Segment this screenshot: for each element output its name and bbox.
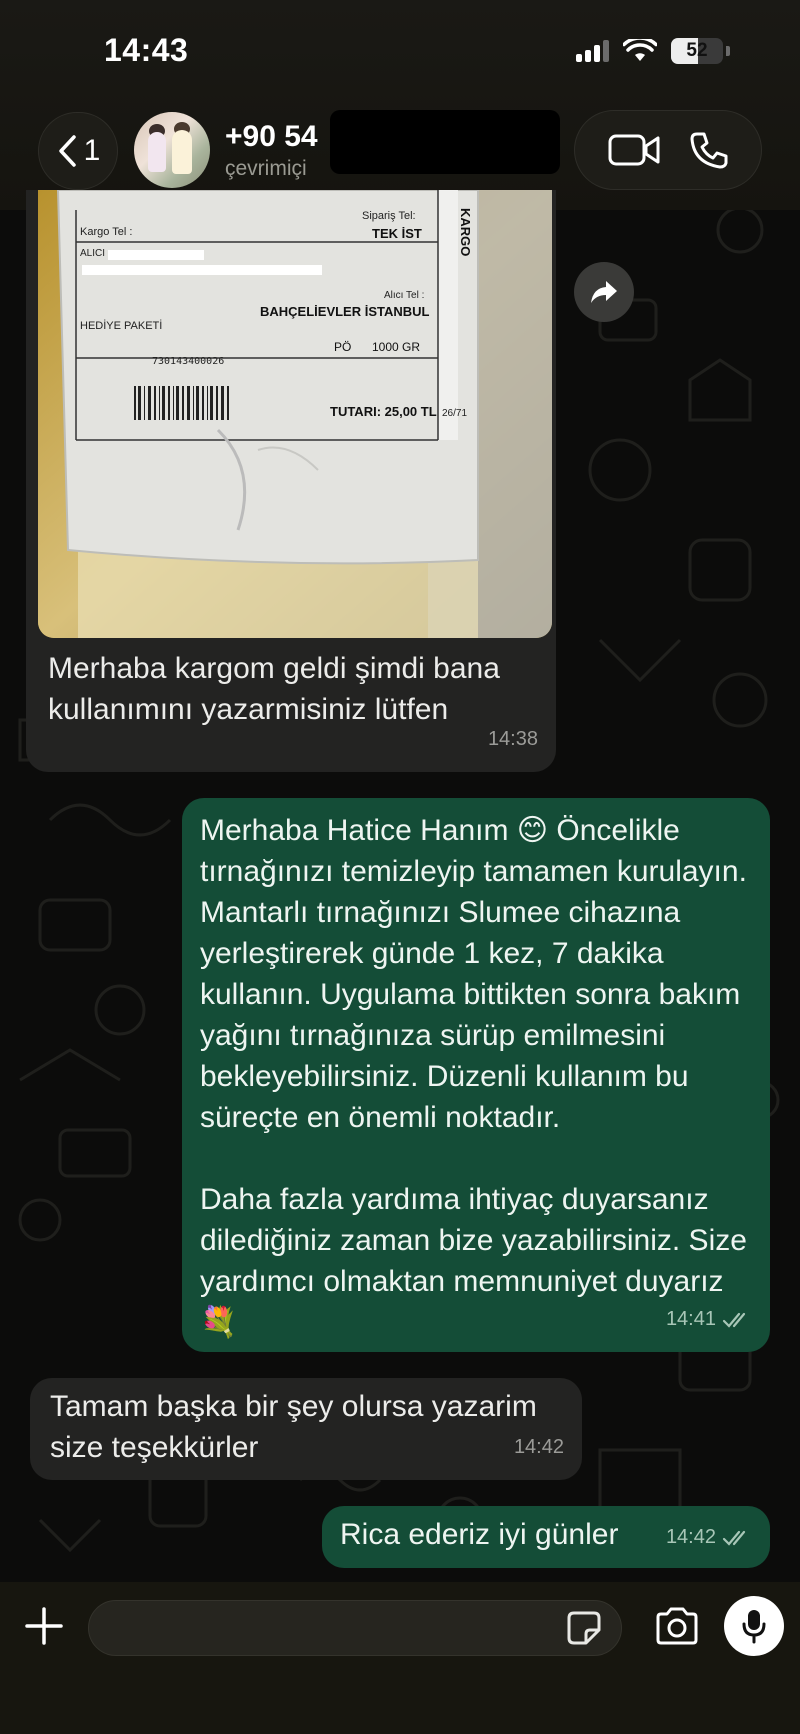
message-input-wrapper	[88, 1600, 622, 1656]
plus-icon[interactable]	[24, 1606, 64, 1646]
battery-tip	[726, 46, 730, 56]
label-sender-code: TEK İST	[372, 226, 422, 241]
label-cargo-phone: Kargo Tel :	[80, 226, 133, 238]
message-outgoing[interactable]: Merhaba Hatice Hanım 😊 Öncelikle tırnağı…	[182, 798, 770, 1352]
label-brand-side: KARGO	[458, 208, 473, 257]
message-incoming[interactable]: Tamam başka bir şey olursa yazarim size …	[30, 1378, 582, 1480]
message-meta: 14:42	[666, 1517, 752, 1558]
double-check-icon	[722, 1530, 746, 1546]
back-button[interactable]: 1	[38, 112, 118, 190]
label-order-phone: Sipariş Tel:	[362, 210, 416, 222]
message-time: 14:42	[665, 1526, 716, 1548]
cargo-photo[interactable]: Kargo Tel : Sipariş Tel: TEK İST ALICI A…	[38, 190, 552, 638]
message-time: 14:41	[665, 1308, 716, 1330]
battery-percent: 52	[686, 40, 708, 61]
message-text: Tamam başka bir şey olursa yazarim size …	[50, 1390, 546, 1464]
message-time: 14:42	[513, 1436, 564, 1458]
video-camera-icon[interactable]	[608, 133, 660, 167]
phone-icon[interactable]	[689, 130, 729, 170]
forward-button[interactable]	[574, 262, 634, 322]
label-total: TUTARI: 25,00 TL	[330, 404, 437, 419]
chevron-left-icon	[58, 135, 76, 167]
redaction-box	[330, 110, 560, 174]
label-barcode-number: 730143400026	[152, 356, 225, 367]
camera-icon[interactable]	[654, 1606, 700, 1646]
message-meta: 14:38	[488, 719, 538, 760]
label-package-type: HEDİYE PAKETİ	[80, 320, 163, 332]
contact-status: çevrimiçi	[225, 157, 307, 180]
message-outgoing[interactable]: Rica ederiz iyi günler 14:42	[322, 1506, 770, 1568]
chat-header: 14:43 52 1 +90 54 çevrimiçi	[0, 0, 800, 210]
forward-arrow-icon	[591, 281, 617, 303]
unread-count: 1	[83, 134, 101, 167]
message-incoming[interactable]: Merhaba kargom geldi şimdi bana kullanım…	[26, 638, 556, 772]
label-receiver-phone: Alıcı Tel :	[384, 290, 425, 301]
label-receiver: ALICI	[80, 248, 106, 259]
sticker-icon[interactable]	[566, 1610, 602, 1646]
message-text: Merhaba kargom geldi şimdi bana kullanım…	[48, 652, 509, 726]
message-input[interactable]	[89, 1601, 621, 1655]
message-time: 14:38	[487, 728, 538, 750]
avatar[interactable]	[134, 112, 210, 188]
microphone-icon	[742, 1610, 766, 1644]
label-weight: 1000 GR	[372, 340, 421, 354]
contact-name[interactable]: +90 54	[225, 120, 335, 154]
signal-icon	[576, 40, 609, 62]
wifi-icon	[623, 39, 657, 61]
status-time: 14:43	[104, 32, 189, 68]
battery-icon: 52	[671, 38, 723, 64]
call-actions	[574, 110, 762, 190]
message-text: Merhaba Hatice Hanım 😊 Öncelikle tırnağı…	[200, 814, 747, 1339]
message-meta: 14:41	[666, 1299, 752, 1340]
double-check-icon	[722, 1312, 746, 1328]
message-meta: 14:42	[514, 1427, 564, 1468]
microphone-button[interactable]	[724, 1596, 784, 1656]
label-address: BAHÇELİEVLER İSTANBUL	[260, 304, 430, 319]
label-weight-code: PÖ	[334, 340, 352, 354]
label-side-code: 26/71	[442, 408, 468, 419]
status-icons: 52	[576, 38, 730, 64]
